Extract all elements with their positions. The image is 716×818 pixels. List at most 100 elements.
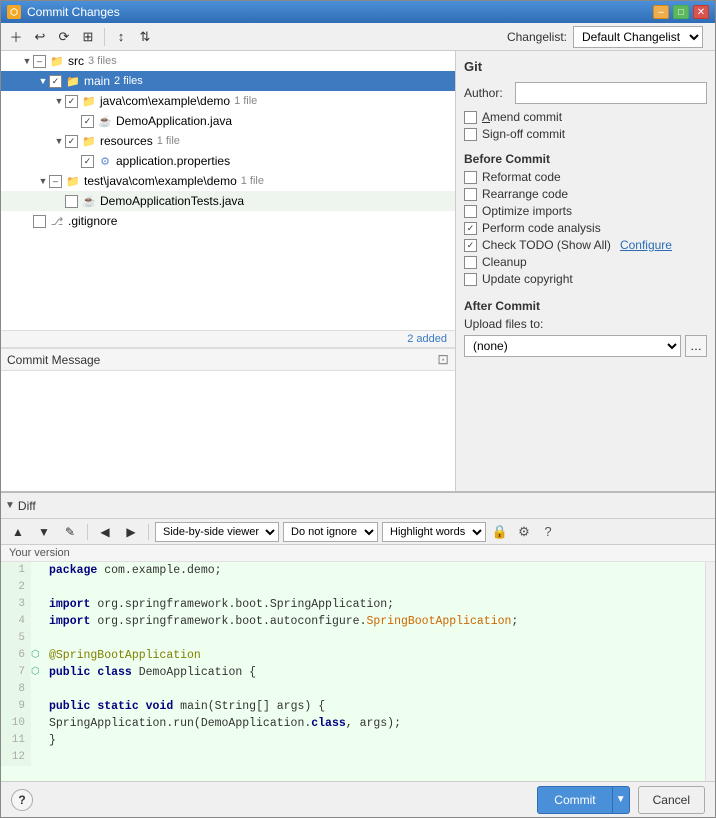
folder-icon-main: 📁 [65,73,81,89]
code-line-7: 7 ⬡ public class DemoApplication { [1,664,705,681]
before-commit-title: Before Commit [464,152,707,166]
code-line-11: 11 } [1,732,705,749]
line-num-6: 6 [1,647,31,664]
diff-prev-change-button[interactable]: ▲ [7,522,29,542]
viewer-select[interactable]: Side-by-side viewer [155,522,279,542]
toolbar-separator-1 [104,28,105,46]
diff-toolbar-sep-1 [87,524,88,540]
perform-checkbox[interactable] [464,222,477,235]
diff-edit-button[interactable]: ✎ [59,522,81,542]
checkbox-main[interactable] [49,75,62,88]
group-button[interactable]: ⊞ [77,26,99,48]
configure-link[interactable]: Configure [620,238,672,252]
lock-icon-button[interactable]: 🔒 [490,522,510,542]
ignore-select[interactable]: Do not ignore [283,522,378,542]
expand-icon: ▼ [53,95,65,107]
checkbox-appprops[interactable] [81,155,94,168]
amend-row: Amend commit [464,110,707,124]
checkbox-demotests[interactable] [65,195,78,208]
reformat-label: Reformat code [482,170,561,184]
diff-code-panel[interactable]: 1 package com.example.demo; 2 3 import o… [1,562,705,781]
upload-label: Upload files to: [464,317,707,331]
tree-item-demoapplication[interactable]: ☕ DemoApplication.java [1,111,455,131]
checkbox-demoapplication[interactable] [81,115,94,128]
help-button[interactable]: ? [11,789,33,811]
commit-message-input[interactable] [1,371,455,491]
tree-item-appprops[interactable]: ⚙ application.properties [1,151,455,171]
checkbox-test[interactable] [49,175,62,188]
revert-button[interactable]: ↩ [29,26,51,48]
commit-button[interactable]: Commit [537,786,611,814]
line-text-1: package com.example.demo; [45,562,222,579]
tree-item-test[interactable]: ▼ 📁 test\java\com\example\demo 1 file [1,171,455,191]
maximize-button[interactable]: □ [673,5,689,19]
diff-scrollbar[interactable] [705,562,715,781]
diff-back-button[interactable]: ◀ [94,522,116,542]
checkbox-resources[interactable] [65,135,78,148]
checkbox-src[interactable] [33,55,46,68]
refresh-button[interactable]: ⟳ [53,26,75,48]
tree-item-main[interactable]: ▼ 📁 main 2 files [1,71,455,91]
upload-select[interactable]: (none) [464,335,681,357]
line-text-3: import org.springframework.boot.SpringAp… [45,596,394,613]
line-text-10: SpringApplication.run(DemoApplication.cl… [45,715,401,732]
minimize-button[interactable]: – [653,5,669,19]
folder-icon-java: 📁 [81,93,97,109]
move-down-button[interactable]: ⇅ [134,26,156,48]
close-button[interactable]: ✕ [693,5,709,19]
signoff-checkbox[interactable] [464,128,477,141]
code-line-5: 5 [1,630,705,647]
reformat-row: Reformat code [464,170,707,184]
reformat-checkbox[interactable] [464,171,477,184]
file-tree[interactable]: ▼ 📁 src 3 files ▼ 📁 main 2 files [1,51,455,331]
tree-item-gitignore[interactable]: ⎇ .gitignore [1,211,455,231]
checkbox-java[interactable] [65,95,78,108]
label-appprops: application.properties [116,154,230,168]
cancel-button[interactable]: Cancel [638,786,705,814]
line-num-2: 2 [1,579,31,596]
checkbox-gitignore[interactable] [33,215,46,228]
checktodo-label: Check TODO (Show All) [482,238,611,252]
upload-options-button[interactable]: … [685,335,707,357]
line-num-11: 11 [1,732,31,749]
count-main: 2 files [114,75,143,87]
label-java: java\com\example\demo [100,94,230,108]
code-line-12: 12 [1,749,705,766]
tree-item-java[interactable]: ▼ 📁 java\com\example\demo 1 file [1,91,455,111]
cleanup-label: Cleanup [482,255,527,269]
count-resources: 1 file [157,135,180,147]
author-input[interactable] [515,82,707,104]
optimize-checkbox[interactable] [464,205,477,218]
commit-message-label: Commit Message [7,353,100,367]
diff-section: ▼ Diff ▲ ▼ ✎ ◀ ▶ Side-by-side viewer Do … [1,491,715,781]
diff-next-change-button[interactable]: ▼ [33,522,55,542]
rearrange-checkbox[interactable] [464,188,477,201]
diff-forward-button[interactable]: ▶ [120,522,142,542]
code-line-8: 8 [1,681,705,698]
perform-label: Perform code analysis [482,221,601,235]
settings-icon-button[interactable]: ⚙ [514,522,534,542]
cleanup-checkbox[interactable] [464,256,477,269]
tree-item-demotests[interactable]: ☕ DemoApplicationTests.java [1,191,455,211]
commit-message-section: Commit Message ⊡ [1,348,455,491]
diff-content: 1 package com.example.demo; 2 3 import o… [1,562,715,781]
optimize-label: Optimize imports [482,204,572,218]
java-file-icon: ☕ [97,113,113,129]
add-button[interactable]: ＋ [5,26,27,48]
highlight-select[interactable]: Highlight words [382,522,486,542]
move-up-button[interactable]: ↕ [110,26,132,48]
title-bar: ⬡ Commit Changes – □ ✕ [1,1,715,23]
commit-arrow-button[interactable]: ▼ [612,786,630,814]
tree-item-resources[interactable]: ▼ 📁 resources 1 file [1,131,455,151]
label-gitignore: .gitignore [68,214,117,228]
changelist-select[interactable]: Default Changelist [573,26,703,48]
copyright-checkbox[interactable] [464,273,477,286]
checktodo-checkbox[interactable] [464,239,477,252]
expand-message-icon[interactable]: ⊡ [437,351,449,368]
diff-collapse-icon[interactable]: ▼ [5,500,15,511]
code-line-4: 4 import org.springframework.boot.autoco… [1,613,705,630]
tree-item-src[interactable]: ▼ 📁 src 3 files [1,51,455,71]
amend-checkbox[interactable] [464,111,477,124]
git-file-icon: ⎇ [49,213,65,229]
help-diff-button[interactable]: ? [538,522,558,542]
